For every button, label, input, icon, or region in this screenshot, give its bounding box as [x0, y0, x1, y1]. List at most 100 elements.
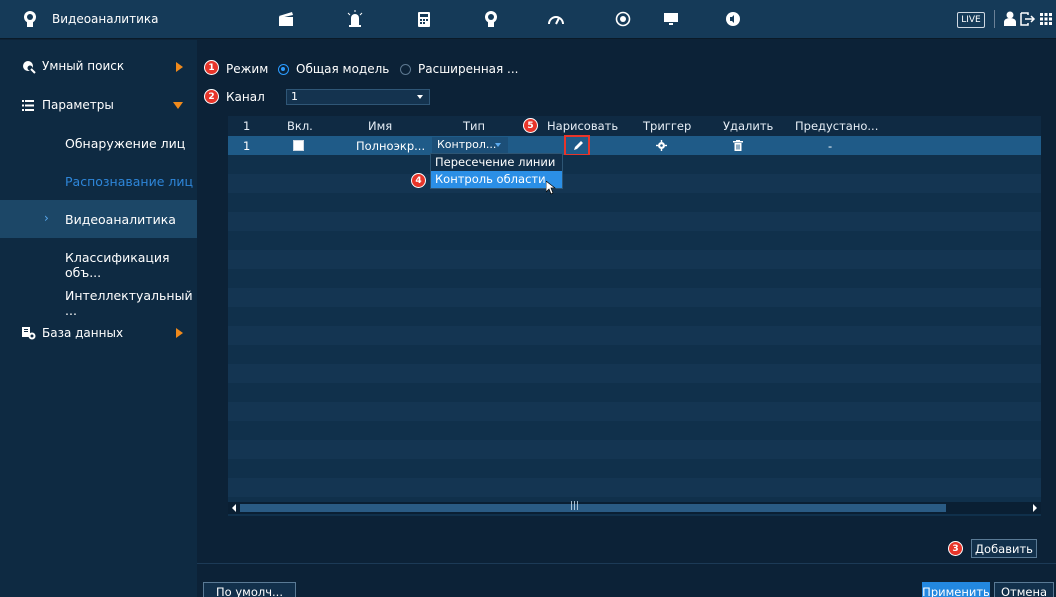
empty-row — [228, 269, 1041, 288]
face-app-icon — [22, 10, 38, 31]
channel-select[interactable]: 1 — [286, 89, 430, 105]
annotation-badge-3: 3 — [948, 541, 963, 556]
scrollbar-thumb[interactable]: ||| — [240, 501, 946, 512]
empty-row — [228, 155, 1041, 174]
database-icon — [22, 327, 36, 343]
sidebar: Умный поиск Параметры Обнаружение лиц Ра… — [0, 40, 197, 597]
trash-icon[interactable] — [733, 140, 743, 154]
empty-row — [228, 326, 1041, 345]
sidebar-item-label: Обнаружение лиц — [65, 136, 186, 151]
footer-divider — [197, 563, 1056, 564]
grid-menu-icon[interactable] — [1036, 9, 1056, 29]
clapper-icon[interactable] — [276, 9, 296, 29]
gear-icon[interactable] — [656, 140, 667, 154]
sidebar-item-face-detection[interactable]: Обнаружение лиц — [0, 124, 197, 162]
column-header-delete: Удалить — [723, 119, 774, 133]
empty-row — [228, 345, 1041, 364]
column-header-enabled: Вкл. — [287, 119, 313, 133]
record-icon[interactable] — [613, 9, 633, 29]
channel-value: 1 — [291, 90, 298, 103]
column-header-trigger: Триггер — [643, 119, 692, 133]
chevron-down-icon — [417, 95, 423, 99]
sidebar-item-face-recognition[interactable]: Распознавание лиц — [0, 162, 197, 200]
chevron-down-icon — [495, 143, 501, 147]
column-header-name: Имя — [368, 119, 393, 133]
face-ai-icon[interactable] — [481, 9, 501, 29]
scroll-right-icon[interactable] — [1033, 504, 1037, 512]
smart-search-icon — [22, 60, 36, 77]
mode-radio-general[interactable] — [278, 64, 289, 75]
table-header: 1 Вкл. Имя Тип Нарисовать Триггер Удалит… — [228, 116, 1041, 136]
scroll-left-icon[interactable] — [232, 504, 236, 512]
live-button[interactable]: LIVE — [957, 12, 985, 28]
channel-label: Канал — [226, 90, 265, 104]
mode-option-extended[interactable]: Расширенная ... — [418, 62, 519, 76]
calculator-icon[interactable] — [414, 9, 434, 29]
horizontal-scrollbar[interactable]: ||| — [228, 501, 1041, 514]
scrollbar-grip: ||| — [570, 501, 580, 511]
empty-row — [228, 402, 1041, 421]
header-divider — [994, 10, 995, 28]
sidebar-item-label: Умный поиск — [42, 59, 125, 73]
annotation-badge-4: 4 — [411, 173, 426, 188]
logout-icon[interactable] — [1018, 9, 1038, 29]
annotation-badge-2: 2 — [204, 89, 219, 104]
row-type-select[interactable]: Контрол... — [432, 137, 508, 153]
column-header-index: 1 — [243, 119, 251, 133]
empty-row — [228, 250, 1041, 269]
empty-row — [228, 383, 1041, 402]
sidebar-item-smart-search[interactable]: Умный поиск — [0, 48, 197, 86]
top-bar: Видеоаналитика LIVE — [0, 0, 1056, 39]
dropdown-option-line-crossing[interactable]: Пересечение линии — [431, 154, 562, 171]
alarm-light-icon[interactable] — [345, 9, 365, 29]
speaker-icon[interactable] — [723, 9, 743, 29]
mode-radio-extended[interactable] — [400, 64, 411, 75]
apply-button[interactable]: Применить — [922, 582, 990, 597]
table-row[interactable]: 1 Полноэкр... Контрол... - — [228, 136, 1041, 155]
empty-row — [228, 440, 1041, 459]
dropdown-option-area-control[interactable]: Контроль области — [431, 171, 562, 188]
column-header-preset: Предустано... — [795, 119, 879, 133]
mode-label: Режим — [226, 62, 269, 76]
sidebar-item-label: Распознавание лиц — [65, 174, 193, 189]
empty-row — [228, 364, 1041, 383]
empty-row — [228, 231, 1041, 250]
user-icon[interactable] — [1000, 9, 1020, 29]
sidebar-item-intelligent[interactable]: Интеллектуальный ... — [0, 276, 197, 318]
cancel-button[interactable]: Отмена — [994, 582, 1054, 597]
sidebar-item-video-analytics[interactable]: › Видеоаналитика — [0, 200, 197, 238]
empty-row — [228, 193, 1041, 212]
chevron-right-icon — [176, 328, 183, 338]
column-header-type: Тип — [463, 119, 486, 133]
active-marker: › — [44, 211, 49, 225]
row-index: 1 — [243, 139, 251, 153]
empty-row — [228, 478, 1041, 497]
main-panel: 1 Режим Общая модель Расширенная ... 2 К… — [197, 40, 1056, 597]
empty-row — [228, 421, 1041, 440]
default-button[interactable]: По умолч... — [203, 582, 296, 597]
chevron-down-icon — [173, 102, 183, 109]
sidebar-item-parameters[interactable]: Параметры — [0, 86, 197, 124]
empty-row — [228, 459, 1041, 478]
sidebar-item-label: Видеоаналитика — [65, 212, 176, 227]
empty-row — [228, 212, 1041, 231]
row-enable-checkbox[interactable] — [293, 140, 304, 151]
type-dropdown-menu: Пересечение линии Контроль области — [430, 153, 563, 189]
mouse-cursor-icon — [545, 180, 557, 198]
empty-row — [228, 174, 1041, 193]
sidebar-item-database[interactable]: База данных — [0, 314, 197, 352]
mode-option-general[interactable]: Общая модель — [296, 62, 389, 76]
row-preset: - — [828, 139, 833, 153]
speedometer-icon[interactable] — [546, 9, 566, 29]
row-type-value: Контрол... — [437, 138, 497, 151]
monitor-icon[interactable] — [661, 9, 681, 29]
highlight-draw-box — [564, 135, 590, 156]
row-name: Полноэкр... — [356, 139, 426, 153]
app-title: Видеоаналитика — [52, 12, 159, 26]
add-button[interactable]: Добавить — [971, 539, 1037, 558]
sidebar-item-label: База данных — [42, 326, 124, 340]
empty-row — [228, 307, 1041, 326]
annotation-badge-5: 5 — [523, 118, 538, 133]
sidebar-item-object-classification[interactable]: Классификация объ... — [0, 238, 197, 280]
rules-table: 1 Вкл. Имя Тип Нарисовать Триггер Удалит… — [228, 116, 1041, 516]
